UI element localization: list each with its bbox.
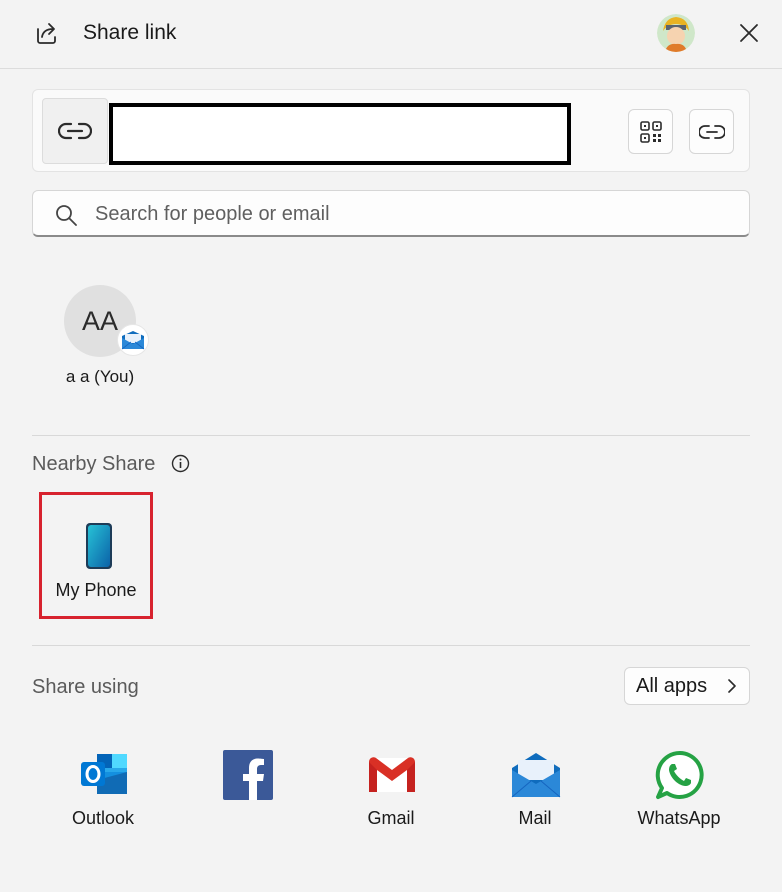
all-apps-button[interactable]: All apps	[624, 667, 750, 705]
app-outlook[interactable]: Outlook	[43, 748, 163, 838]
copy-link-icon	[698, 124, 725, 139]
nearby-share-label: Nearby Share	[32, 453, 156, 475]
mail-icon	[511, 753, 561, 798]
search-input[interactable]	[95, 199, 735, 229]
outlook-icon	[81, 754, 127, 794]
device-name: My Phone	[55, 580, 137, 600]
mail-icon	[121, 331, 145, 350]
contact-item[interactable]: AA a a (You)	[54, 285, 149, 395]
app-gmail[interactable]: Gmail	[331, 748, 451, 838]
link-row	[32, 89, 750, 172]
link-icon	[58, 122, 92, 140]
app-label: WhatsApp	[637, 808, 721, 828]
all-apps-label: All apps	[636, 675, 708, 697]
user-avatar[interactable]	[657, 14, 695, 52]
app-whatsapp[interactable]: WhatsApp	[619, 748, 739, 838]
info-icon[interactable]	[171, 454, 190, 473]
link-icon-box	[42, 98, 108, 164]
divider	[32, 645, 750, 646]
gmail-icon	[369, 757, 415, 792]
title-bar: Share link	[0, 0, 782, 69]
avatar-icon	[657, 14, 695, 52]
app-label: Outlook	[71, 808, 135, 828]
search-icon	[56, 205, 77, 226]
whatsapp-icon	[655, 750, 704, 799]
share-dialog: Share link Search for people or email AA…	[0, 0, 782, 892]
search-box[interactable]	[32, 190, 750, 237]
phone-icon	[86, 523, 112, 569]
chevron-right-icon	[728, 679, 736, 693]
close-icon[interactable]	[734, 18, 764, 48]
link-url-field[interactable]	[109, 103, 571, 165]
share-using-label: Share using	[32, 676, 139, 698]
qr-code-button[interactable]	[628, 109, 673, 154]
qr-code-icon	[639, 120, 662, 143]
share-icon	[37, 23, 56, 44]
nearby-device-my-phone[interactable]: My Phone	[39, 492, 153, 619]
contact-name: a a (You)	[65, 367, 135, 386]
mail-badge	[117, 324, 149, 356]
divider	[32, 435, 750, 436]
app-mail[interactable]: Mail	[475, 748, 595, 838]
dialog-title: Share link	[83, 21, 177, 44]
facebook-icon	[223, 750, 273, 800]
copy-link-button[interactable]	[689, 109, 734, 154]
app-facebook[interactable]	[187, 748, 307, 838]
app-label: Gmail	[367, 808, 415, 828]
app-label: Mail	[518, 808, 552, 828]
